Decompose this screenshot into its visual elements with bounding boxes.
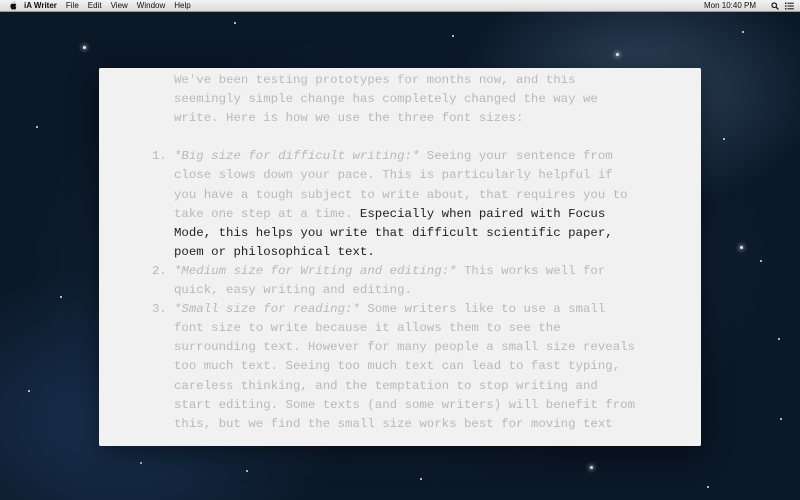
star [452,35,454,37]
menubar-clock[interactable]: Mon 10:40 PM [704,1,756,10]
menu-edit[interactable]: Edit [88,1,102,10]
star [60,296,62,298]
line-text: careless thinking, and the temptation to… [174,377,598,396]
dimmed-text: take one step at a time. [174,206,360,221]
document-line[interactable]: careless thinking, and the temptation to… [99,377,701,396]
document-line[interactable]: We've been testing prototypes for months… [99,71,701,90]
dimmed-text: surrounding text. However for many peopl… [174,340,636,355]
line-text: Mode, this helps you write that difficul… [174,224,613,243]
line-text: surrounding text. However for many peopl… [174,338,635,357]
list-number: 3. [152,302,167,317]
star [760,260,762,262]
document-line[interactable]: 1. *Big size for difficult writing:* Seei… [99,147,701,166]
focused-text: poem or philosophical text. [174,244,375,259]
italic-text: *Small size for reading:* [174,302,360,317]
line-text: We've been testing prototypes for months… [174,71,576,90]
document-line[interactable]: write. Here is how we use the three font… [99,109,701,128]
document-line[interactable]: too much text. Seeing too much text can … [99,357,701,376]
line-text: seemingly simple change has completely c… [174,90,598,109]
dimmed-text: font size to write because it allows the… [174,321,561,336]
dimmed-text: This works well for [456,263,606,278]
document-line[interactable]: close slows down your pace. This is part… [99,166,701,185]
dimmed-text: Seeing your sentence from [419,149,613,164]
editor-window[interactable]: We've been testing prototypes for months… [99,68,701,446]
dimmed-text: We've been testing prototypes for months… [174,73,576,87]
star [740,246,743,249]
star [28,390,30,392]
focused-text: Especially when paired with Focus [359,206,606,221]
dimmed-text: quick, easy writing and editing. [174,283,412,298]
document-text[interactable]: We've been testing prototypes for months… [99,71,701,434]
star [420,478,422,480]
menu-file[interactable]: File [66,1,79,10]
document-line[interactable]: seemingly simple change has completely c… [99,90,701,109]
dimmed-text: close slows down your pace. This is part… [174,168,613,183]
document-line[interactable]: 3. *Small size for reading:* Some writers… [99,300,701,319]
star [707,486,709,488]
line-text: font size to write because it allows the… [174,319,561,338]
line-text: this, but we find the small size works b… [174,415,613,434]
document-line[interactable]: you have a tough subject to write about,… [99,186,701,205]
line-text: start editing. Some texts (and some writ… [174,396,635,415]
dimmed-text: careless thinking, and the temptation to… [174,378,598,393]
line-text: too much text. Seeing too much text can … [174,357,620,376]
star [742,31,744,33]
star [246,470,248,472]
document-line[interactable]: take one step at a time. Especially when… [99,205,701,224]
italic-text: *Medium size for Writing and editing:* [174,263,457,278]
apple-icon[interactable] [8,1,18,11]
document-line[interactable]: poem or philosophical text. [99,243,701,262]
list-icon[interactable] [785,1,794,10]
list-number: 2. [152,263,167,278]
menubar-status-area: Mon 10:40 PM [704,1,794,10]
line-text: *Small size for reading:* Some writers l… [174,300,605,319]
document-line[interactable]: quick, easy writing and editing. [99,281,701,300]
dimmed-text: Some writers like to use a small [359,302,606,317]
star [590,466,593,469]
focused-text: Mode, this helps you write that difficul… [174,225,613,240]
dimmed-text: you have a tough subject to write about,… [174,187,628,202]
document-line[interactable]: surrounding text. However for many peopl… [99,338,701,357]
menu-bar: iA Writer File Edit View Window Help Mon… [0,0,800,12]
line-text: you have a tough subject to write about,… [174,186,628,205]
line-text: take one step at a time. Especially when… [174,205,605,224]
line-text: write. Here is how we use the three font… [174,109,523,128]
bottom-fade [99,436,701,446]
dimmed-text: too much text. Seeing too much text can … [174,359,621,374]
star [778,338,780,340]
spotlight-icon[interactable] [770,1,779,10]
document-line[interactable]: 2. *Medium size for Writing and editing:*… [99,262,701,281]
star [36,126,38,128]
list-number: 1. [152,149,167,164]
star [616,53,619,56]
document-line[interactable]: start editing. Some texts (and some writ… [99,396,701,415]
line-text: close slows down your pace. This is part… [174,166,613,185]
document-line[interactable]: Mode, this helps you write that difficul… [99,224,701,243]
line-text: quick, easy writing and editing. [174,281,412,300]
document-line[interactable]: font size to write because it allows the… [99,319,701,338]
line-text: poem or philosophical text. [174,243,375,262]
menu-window[interactable]: Window [137,1,165,10]
dimmed-text: this, but we find the small size works b… [174,416,613,431]
line-text: *Medium size for Writing and editing:* T… [174,262,605,281]
line-text: *Big size for difficult writing:* Seeing… [174,147,613,166]
document-line[interactable]: this, but we find the small size works b… [99,415,701,434]
document-line[interactable] [99,128,701,147]
dimmed-text: write. Here is how we use the three font… [174,111,524,126]
dimmed-text: seemingly simple change has completely c… [174,92,598,107]
star [83,46,86,49]
star [140,462,142,464]
star [234,22,236,24]
dimmed-text: start editing. Some texts (and some writ… [174,397,636,412]
menu-view[interactable]: View [111,1,128,10]
menu-help[interactable]: Help [174,1,190,10]
star [723,138,725,140]
menu-app-name[interactable]: iA Writer [24,1,57,10]
italic-text: *Big size for difficult writing:* [174,149,420,164]
star [780,418,782,420]
